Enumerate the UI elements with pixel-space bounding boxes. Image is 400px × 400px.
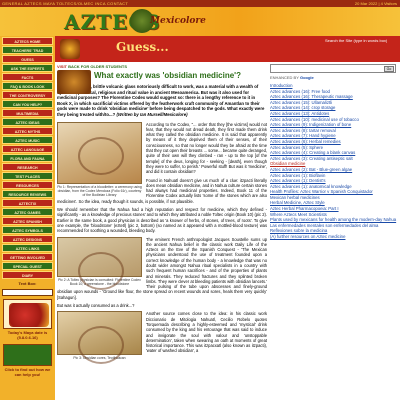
nav-item[interactable]: DIARY [2, 271, 53, 279]
nav-item[interactable]: AZTEC LANGUAGE [2, 145, 53, 153]
nav-item[interactable]: FLORA AND FAUNA [2, 154, 53, 162]
paragraph-3: We should remember that the Nahua had a … [57, 207, 267, 234]
nav-item[interactable]: RESEARCH [2, 163, 53, 171]
breadcrumb: VISIT BACK FOR OLDER STUDENTS [57, 64, 267, 69]
site-search-input[interactable]: Go [270, 64, 396, 73]
main-content: VISIT BACK FOR OLDER STUDENTS What exact… [57, 64, 267, 400]
toltec-physician-image[interactable] [57, 236, 142, 290]
article-thumbnail-image [57, 70, 91, 94]
google-logo: Google [299, 75, 314, 80]
nav-item[interactable]: AZTEC DESIGNS [2, 235, 53, 243]
nav-item[interactable]: TEACHERS' TRAD [2, 46, 53, 54]
nav-item[interactable]: SPECIAL GUEST [2, 262, 53, 270]
text-box-label: Text Box: [18, 281, 37, 286]
nav-item[interactable]: GUESS [2, 55, 53, 63]
search-label: Search the Site (type in words box) [325, 38, 388, 43]
nav-item[interactable]: AZTEC IDEAS [2, 118, 53, 126]
nav-item[interactable]: MULTIMEDIA [2, 109, 53, 117]
related-link[interactable]: (A) further resources on Aztec medicine [270, 234, 398, 240]
nav-item[interactable]: ASK THE EXPERTS [2, 64, 53, 72]
nav-item[interactable]: AZTECS HOME [2, 37, 53, 45]
nav-item[interactable]: AZTEC LINKS [2, 244, 53, 252]
guess-icon [60, 39, 80, 59]
nav-item[interactable]: AZTEC SYMBOLS [2, 226, 53, 234]
top-strip: GENERAL AZTECS MAYA TOLTECS/OLMEC INCA C… [0, 0, 400, 7]
mexicolore-logo[interactable]: Mexicolore [150, 16, 206, 26]
nav-item[interactable]: AZTEC MYTHS [2, 127, 53, 135]
nav-item[interactable]: AZTEC MUSIC [2, 136, 53, 144]
page-header: Guess... Search the Site (type in words … [55, 36, 400, 62]
breadcrumb-text[interactable]: BACK FOR OLDER STUDENTS [68, 64, 127, 69]
maya-date-text: Today's Maya date is (5.8.0.6.16) [7, 330, 48, 340]
help-promo-text[interactable]: Click to find out how we can help you! [0, 366, 55, 378]
nav-item[interactable]: RESOURCES [2, 181, 53, 189]
related-links-list: Introduction Aztec advances (16): Free fo… [270, 83, 398, 240]
nav-search-input[interactable] [2, 289, 53, 296]
article-heading: What exactly was 'obsidian medicine'? [94, 71, 241, 80]
figure-2: Pic 2: A Toltec physician is consulted: … [57, 236, 142, 290]
visitor-date: 20 Mar 2022 | 4 Visitors [354, 1, 397, 6]
nav-list: AZTECS HOME TEACHERS' TRAD GUESS ASK THE EX… [0, 37, 55, 279]
obsidian-cores-image[interactable] [57, 311, 142, 365]
nav-item[interactable]: THE CONTROVERSY [2, 91, 53, 99]
nav-item[interactable]: AZTEC GAMES [2, 208, 53, 216]
help-promo-image[interactable] [3, 344, 52, 366]
nav-item[interactable]: GETTING INVOLVED [2, 253, 53, 261]
google-enhanced-label: ENHANCED BY Google [270, 75, 398, 80]
left-navigation: AZTECS HOME TEACHERS' TRAD GUESS ASK THE EX… [0, 36, 55, 400]
maya-calendar-icon [9, 303, 49, 327]
figure-3: Pic 3: Obsidian cores, Teotihuacan [57, 311, 142, 365]
search-go-button[interactable]: Go [384, 66, 394, 72]
intro-credit: (Written by Ian Mursell/Mexicolore) [116, 111, 188, 117]
figure-1: Pic 1: Representation of a bloodletter: … [57, 121, 142, 197]
nav-item[interactable]: FAQ & BOOK LOOK [2, 82, 53, 90]
top-links[interactable]: GENERAL AZTECS MAYA TOLTECS/OLMEC INCA C… [2, 0, 128, 7]
codex-bloodletter-image[interactable] [57, 121, 142, 184]
figure-1-caption: Pic 1: Representation of a bloodletter: … [57, 184, 142, 197]
right-sidebar: Go ENHANCED BY Google Introduction Aztec … [270, 64, 398, 400]
maya-date-promo[interactable] [3, 299, 52, 329]
nav-item[interactable]: RESOURCE REVIEWS [2, 190, 53, 198]
nav-item[interactable]: TEST PLACES [2, 172, 53, 180]
site-banner: AZTECS Mexicolore [0, 7, 400, 36]
nav-item[interactable]: AZTEC SPANISH [2, 217, 53, 225]
page-title: Guess... [116, 40, 169, 54]
nav-item[interactable]: AZTECTIX [2, 199, 53, 207]
paragraph-5: But was it actually consumed as a drink.… [57, 303, 135, 309]
nav-item[interactable]: CAN YOU HELP? [2, 100, 53, 108]
nav-item[interactable]: FACTS [2, 73, 53, 81]
enhanced-by-text: ENHANCED BY [270, 75, 299, 80]
breadcrumb-visit[interactable]: VISIT [57, 64, 67, 69]
